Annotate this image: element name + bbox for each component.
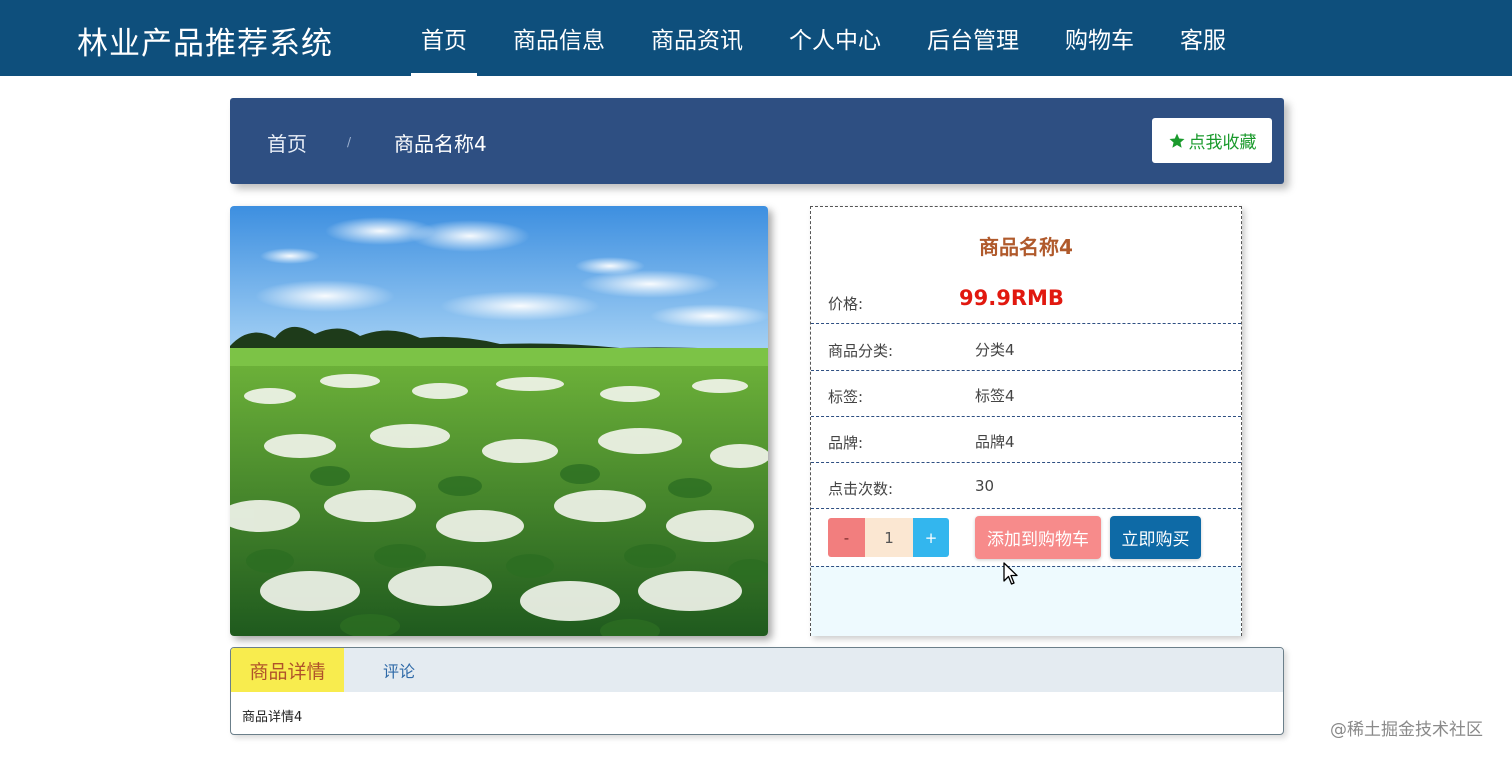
breadcrumb: 首页 / 商品名称4 点我收藏 bbox=[230, 98, 1284, 184]
brand-row: 品牌: 品牌4 bbox=[811, 417, 1241, 463]
tag-value: 标签4 bbox=[975, 387, 1015, 405]
quantity-input[interactable] bbox=[865, 518, 913, 557]
detail-content: 商品详情4 bbox=[242, 710, 303, 725]
breadcrumb-current: 商品名称4 bbox=[394, 132, 487, 156]
category-value: 分类4 bbox=[975, 341, 1015, 359]
clicks-row: 点击次数: 30 bbox=[811, 463, 1241, 509]
price-row: 价格: 99.9RMB bbox=[811, 278, 1241, 324]
product-image bbox=[230, 206, 768, 636]
tab-details[interactable]: 商品详情 bbox=[231, 648, 344, 692]
breadcrumb-home-link[interactable]: 首页 bbox=[267, 128, 307, 157]
brand-value: 品牌4 bbox=[975, 433, 1015, 451]
brand-label: 品牌: bbox=[828, 434, 864, 452]
info-panel-footer bbox=[811, 566, 1241, 636]
star-icon bbox=[1169, 133, 1184, 148]
add-to-cart-button[interactable]: 添加到购物车 bbox=[975, 516, 1101, 559]
tab-bar: 商品详情 评论 bbox=[231, 648, 1283, 692]
nav-item-admin[interactable]: 后台管理 bbox=[904, 0, 1042, 76]
quantity-increase-button[interactable]: + bbox=[913, 518, 949, 557]
product-info-panel: 商品名称4 价格: 99.9RMB 商品分类: 分类4 标签: 标签4 品牌: … bbox=[810, 206, 1242, 636]
category-row: 商品分类: 分类4 bbox=[811, 325, 1241, 371]
nav-item-cart[interactable]: 购物车 bbox=[1042, 0, 1157, 76]
tag-label: 标签: bbox=[828, 388, 864, 406]
buy-now-button[interactable]: 立即购买 bbox=[1110, 516, 1201, 559]
nav-item-profile[interactable]: 个人中心 bbox=[766, 0, 904, 76]
favorite-button[interactable]: 点我收藏 bbox=[1152, 118, 1272, 163]
nav-item-support[interactable]: 客服 bbox=[1157, 0, 1249, 76]
quantity-decrease-button[interactable]: - bbox=[828, 518, 865, 557]
product-name: 商品名称4 bbox=[979, 235, 1073, 259]
nav-item-products[interactable]: 商品信息 bbox=[490, 0, 628, 76]
quantity-stepper: - + bbox=[828, 518, 949, 557]
tab-comments[interactable]: 评论 bbox=[364, 648, 434, 692]
breadcrumb-separator: / bbox=[347, 135, 352, 149]
nav-item-home[interactable]: 首页 bbox=[398, 0, 490, 76]
category-label: 商品分类: bbox=[828, 342, 894, 360]
clicks-label: 点击次数: bbox=[828, 480, 894, 498]
favorite-label: 点我收藏 bbox=[1188, 133, 1257, 153]
site-brand[interactable]: 林业产品推荐系统 bbox=[77, 18, 333, 63]
clicks-value: 30 bbox=[975, 477, 995, 495]
price-value: 99.9RMB bbox=[959, 286, 1064, 310]
detail-tabs-panel: 商品详情 评论 商品详情4 bbox=[230, 647, 1284, 735]
top-nav-bar: 林业产品推荐系统 首页 商品信息 商品资讯 个人中心 后台管理 购物车 客服 bbox=[0, 0, 1512, 76]
price-label: 价格: bbox=[828, 295, 864, 313]
buckwheat-field-photo bbox=[230, 206, 768, 636]
mouse-cursor-icon bbox=[1003, 562, 1018, 585]
nav-item-news[interactable]: 商品资讯 bbox=[628, 0, 766, 76]
tag-row: 标签: 标签4 bbox=[811, 371, 1241, 417]
main-nav: 首页 商品信息 商品资讯 个人中心 后台管理 购物车 客服 bbox=[398, 0, 1249, 76]
watermark: @稀土掘金技术社区 bbox=[1330, 720, 1483, 740]
